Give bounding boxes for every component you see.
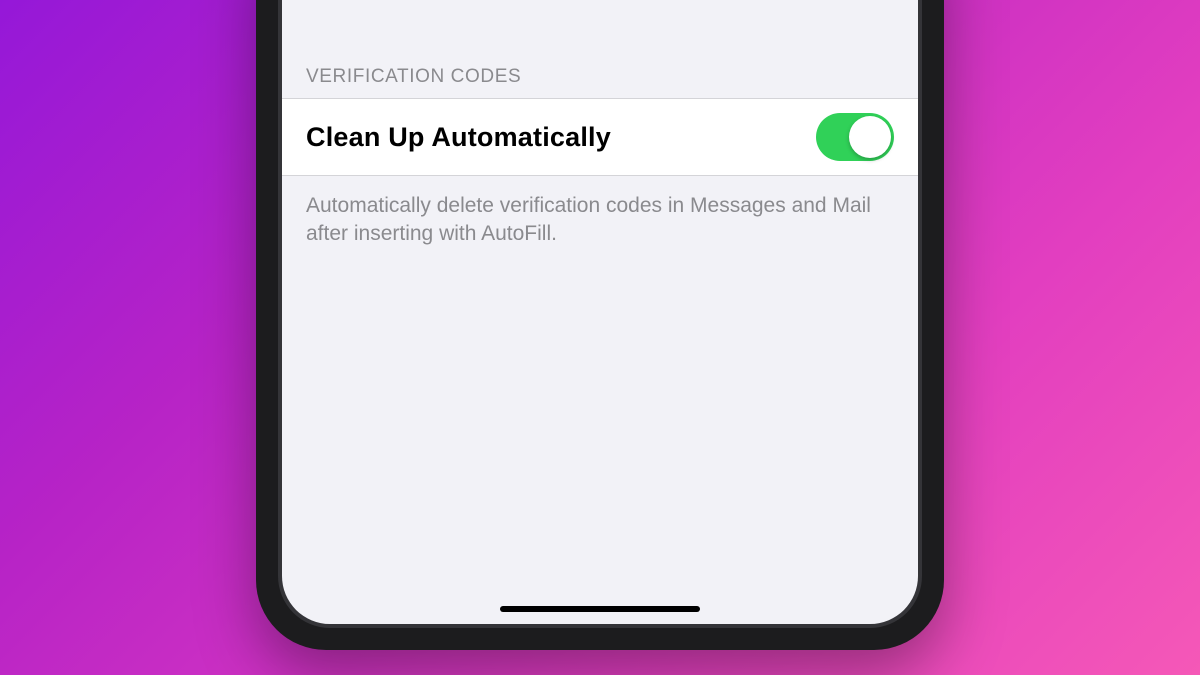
content-spacer	[282, 0, 918, 66]
home-indicator[interactable]	[500, 606, 700, 612]
toggle-knob	[849, 116, 891, 158]
row-label-clean-up-automatically: Clean Up Automatically	[306, 122, 611, 153]
row-clean-up-automatically[interactable]: Clean Up Automatically	[282, 98, 918, 176]
phone-screen: VERIFICATION CODES Clean Up Automaticall…	[282, 0, 918, 624]
stage-background: VERIFICATION CODES Clean Up Automaticall…	[0, 0, 1200, 675]
toggle-clean-up-automatically[interactable]	[816, 113, 894, 161]
section-footer-description: Automatically delete verification codes …	[282, 176, 918, 249]
section-header-verification-codes: VERIFICATION CODES	[282, 66, 918, 98]
phone-inner-rim: VERIFICATION CODES Clean Up Automaticall…	[278, 0, 922, 628]
phone-frame: VERIFICATION CODES Clean Up Automaticall…	[256, 0, 944, 650]
